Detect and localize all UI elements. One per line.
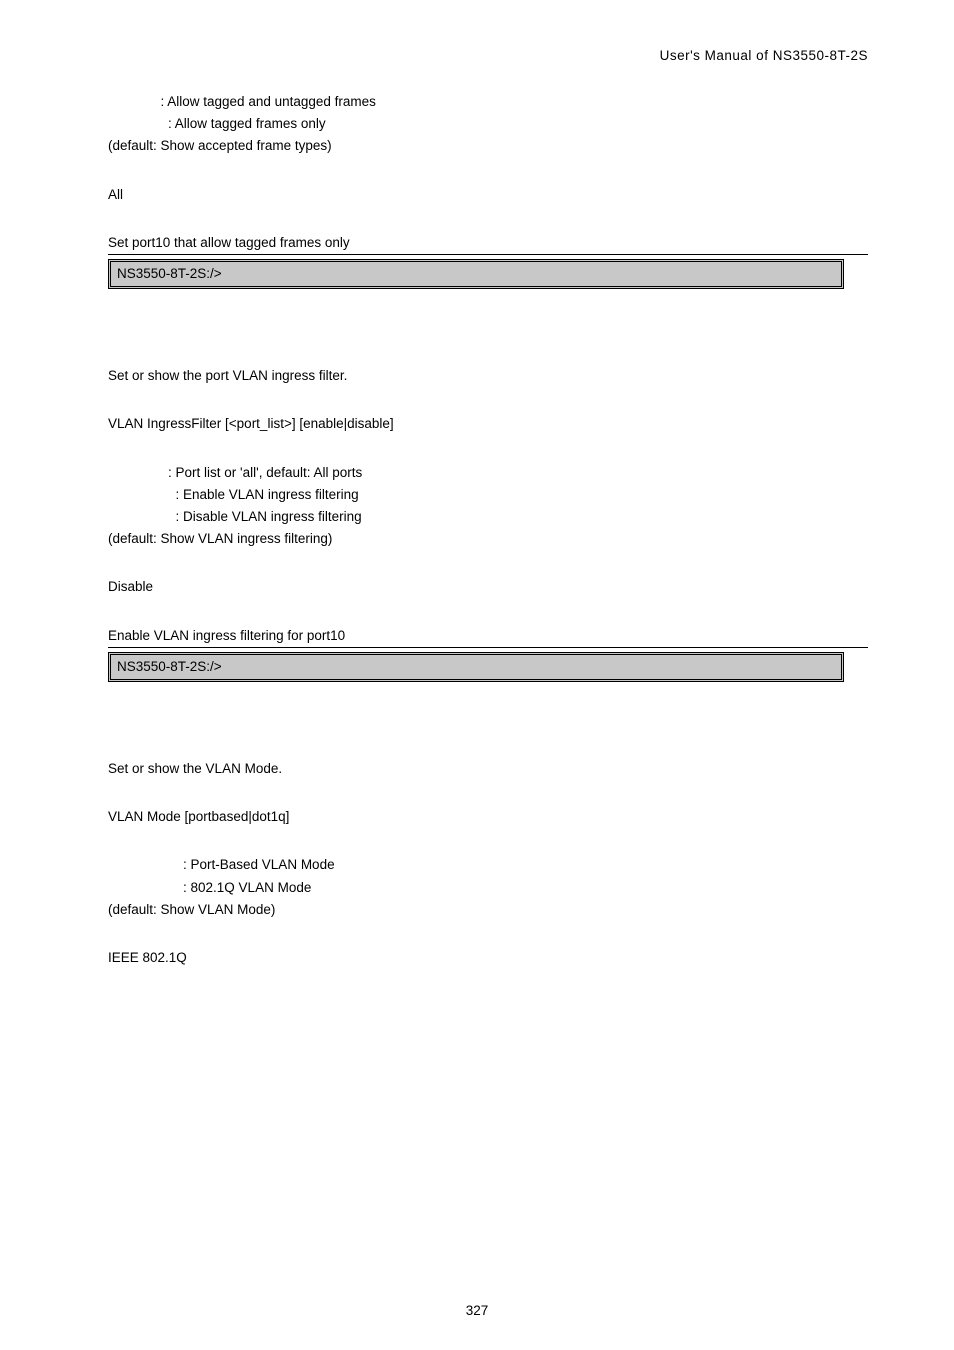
frametype-param-default: (default: Show accepted frame types) [108,137,868,155]
ingress-description: Set or show the port VLAN ingress filter… [108,367,868,385]
page-footer: 327 [0,1303,954,1318]
ingress-code-box: NS3550-8T-2S:/> [108,652,844,682]
mode-param-default: (default: Show VLAN Mode) [108,901,868,919]
ingress-param-enable: : Enable VLAN ingress filtering [108,486,868,504]
ingress-param-default: (default: Show VLAN ingress filtering) [108,530,868,548]
mode-param-dot1q: : 802.1Q VLAN Mode [108,879,868,897]
mode-syntax: VLAN Mode [portbased|dot1q] [108,808,868,826]
mode-description: Set or show the VLAN Mode. [108,760,868,778]
frametype-default-value: All [108,186,868,204]
ingress-prompt: NS3550-8T-2S:/> [117,659,222,674]
ingress-syntax: VLAN IngressFilter [<port_list>] [enable… [108,415,868,433]
frametype-param-all: : Allow tagged and untagged frames [108,93,868,111]
header-text: User's Manual of NS3550-8T-2S [660,48,868,63]
ingress-example-label: Enable VLAN ingress filtering for port10 [108,627,868,648]
frametype-param-tagged: : Allow tagged frames only [108,115,868,133]
ingress-default-value: Disable [108,578,868,596]
frametype-example-label: Set port10 that allow tagged frames only [108,234,868,255]
ingress-param-disable: : Disable VLAN ingress filtering [108,508,868,526]
ingress-param-portlist: : Port list or 'all', default: All ports [108,464,868,482]
mode-param-portbased: : Port-Based VLAN Mode [108,856,868,874]
page-number: 327 [466,1303,489,1318]
page-header: User's Manual of NS3550-8T-2S [108,48,868,63]
frametype-prompt: NS3550-8T-2S:/> [117,266,222,281]
mode-default-value: IEEE 802.1Q [108,949,868,967]
frametype-code-box: NS3550-8T-2S:/> [108,259,844,289]
